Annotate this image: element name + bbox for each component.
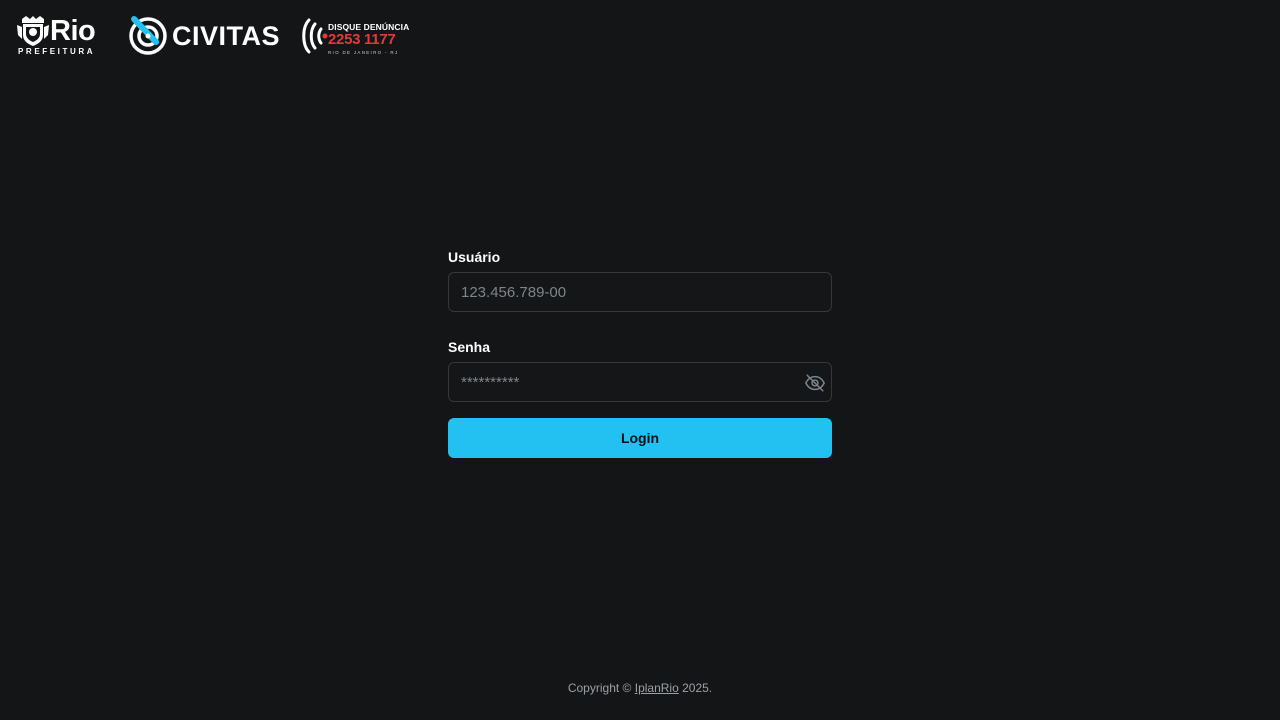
username-input[interactable] [449, 273, 831, 311]
eye-off-icon[interactable] [804, 372, 826, 394]
civitas-logo: CIVITAS [128, 14, 280, 58]
copyright-prefix: Copyright © [567, 681, 632, 695]
prefeitura-rio-logo: Rio PREFEITURA [16, 14, 98, 58]
username-field-wrapper [448, 272, 832, 312]
password-label: Senha [448, 339, 491, 355]
password-field-wrapper [448, 362, 832, 402]
copyright-year: 2025. [682, 681, 713, 695]
header-logos: Rio PREFEITURA CIVITAS DISQUE DENÚNCIA 2… [16, 14, 409, 58]
civitas-target-icon [129, 16, 167, 55]
disque-denuncia-subtitle: RIO DE JANEIRO - RJ [328, 50, 399, 55]
signal-waves-icon [302, 18, 328, 54]
username-group: Usuário [448, 248, 832, 312]
prefeitura-logo-text: PREFEITURA [18, 47, 96, 56]
iplanrio-link[interactable]: IplanRio [635, 681, 679, 695]
disque-denuncia-number: 2253 1177 [328, 31, 396, 48]
login-page: Rio PREFEITURA CIVITAS DISQUE DENÚNCIA 2… [0, 0, 1280, 720]
username-label: Usuário [448, 249, 501, 265]
disque-denuncia-logo: DISQUE DENÚNCIA 2253 1177 RIO DE JANEIRO… [300, 14, 409, 58]
civitas-logo-text: CIVITAS [172, 21, 281, 51]
login-button[interactable]: Login [448, 418, 832, 458]
coat-of-arms-icon [17, 16, 49, 46]
password-input[interactable] [449, 363, 831, 401]
password-group: Senha [448, 338, 832, 402]
login-form: Usuário Senha Login [448, 248, 832, 458]
footer-copyright: Copyright © IplanRio 2025. [0, 680, 1280, 696]
rio-logo-text: Rio [50, 15, 96, 47]
